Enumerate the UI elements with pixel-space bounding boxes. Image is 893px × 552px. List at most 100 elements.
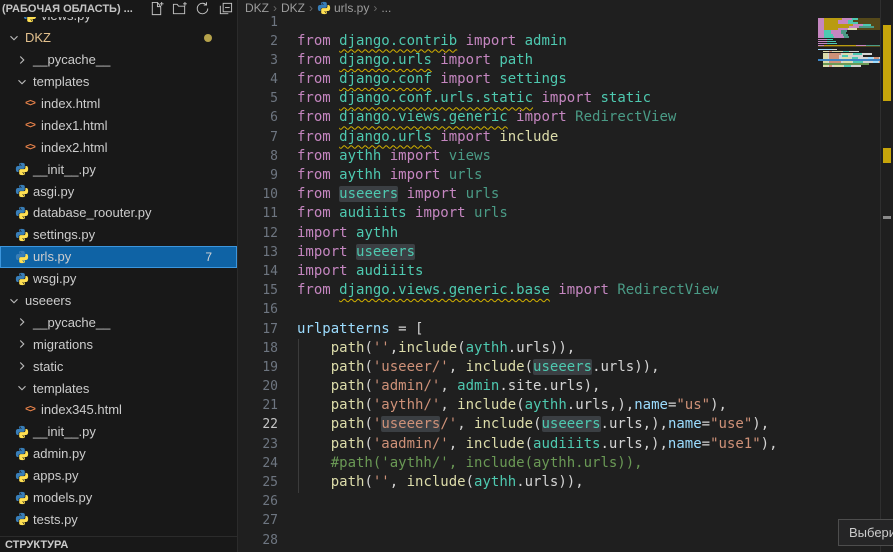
code-line-1[interactable]: 1 (238, 13, 893, 32)
python-icon (14, 249, 30, 265)
modified-dot-icon (204, 34, 212, 42)
line-number: 16 (238, 300, 278, 319)
line-text: from django.conf.urls.static import stat… (297, 89, 651, 108)
tree-item-label: migrations (33, 337, 93, 352)
eol-tooltip: Выберите последовательность конца строки (838, 519, 893, 546)
tree-item-label: tests.py (33, 512, 78, 527)
tree-item-index2.html[interactable]: <>index2.html (0, 136, 237, 158)
chevron-right-icon (14, 52, 30, 68)
code-line-16[interactable]: 16 (238, 300, 893, 319)
tree-item-templates[interactable]: templates (0, 377, 237, 399)
code-line-23[interactable]: 23 path('aadmin/', include(audiiits.urls… (238, 435, 893, 454)
tree-item-label: __pycache__ (33, 315, 110, 330)
tree-item-__pycache__[interactable]: __pycache__ (0, 311, 237, 333)
new-folder-icon[interactable] (172, 1, 187, 16)
tree-item-DKZ[interactable]: DKZ (0, 27, 237, 49)
code-area[interactable]: 12 from django.contrib import admin3from … (238, 13, 893, 550)
tree-item-templates[interactable]: templates (0, 71, 237, 93)
python-icon (14, 424, 30, 440)
chevron-right-icon (14, 314, 30, 330)
explorer-sidebar: views.pyDKZ__pycache__templates<>index.h… (0, 0, 238, 552)
code-line-2[interactable]: 2 from django.contrib import admin (238, 32, 893, 51)
tree-item-static[interactable]: static (0, 355, 237, 377)
tree-item-urls.py[interactable]: urls.py7 (0, 246, 237, 268)
tree-item-settings.py[interactable]: settings.py (0, 224, 237, 246)
editor-pane[interactable]: DKZ›DKZ›urls.py›... 12from django.contri… (238, 0, 893, 552)
minimap[interactable] (818, 16, 880, 73)
tree-item-label: index.html (41, 96, 100, 111)
code-line-15[interactable]: 15from django.views.generic.base import … (238, 281, 893, 300)
code-line-27[interactable]: 27 (238, 511, 893, 530)
code-line-12[interactable]: 12import aythh (238, 224, 893, 243)
tree-item-index1.html[interactable]: <>index1.html (0, 114, 237, 136)
line-number: 10 (238, 185, 278, 204)
line-number: 14 (238, 262, 278, 281)
line-text: import aythh (297, 224, 398, 243)
code-line-21[interactable]: 21 path('aythh/', include(aythh.urls,),n… (238, 396, 893, 415)
line-text: path('aythh/', include(aythh.urls,),name… (297, 396, 727, 415)
code-line-19[interactable]: 19 path('useeer/', include(useeers.urls)… (238, 358, 893, 377)
code-line-28[interactable]: 28 (238, 531, 893, 550)
tree-item-label: wsgi.py (33, 271, 76, 286)
code-line-26[interactable]: 26 (238, 492, 893, 511)
tree-item-migrations[interactable]: migrations (0, 333, 237, 355)
code-line-14[interactable]: 14 import audiiits (238, 262, 893, 281)
line-text: import audiiits (297, 262, 423, 281)
python-icon (14, 227, 30, 243)
code-line-7[interactable]: 7from django.urls import include (238, 128, 893, 147)
python-icon (14, 446, 30, 462)
line-number: 2 (238, 32, 278, 51)
workspace-title: (РАБОЧАЯ ОБЛАСТЬ) ... (2, 3, 149, 15)
line-text: path('',include(aythh.urls)), (297, 339, 575, 358)
code-line-11[interactable]: 11from audiiits import urls (238, 204, 893, 223)
line-number: 27 (238, 511, 278, 530)
tree-item-label: templates (33, 381, 89, 396)
tree-item-__init__.py[interactable]: __init__.py (0, 158, 237, 180)
python-icon (14, 468, 30, 484)
tree-item-admin.py[interactable]: admin.py (0, 443, 237, 465)
code-line-25[interactable]: 25 path('', include(aythh.urls)), (238, 473, 893, 492)
code-line-8[interactable]: 8from aythh import views (238, 147, 893, 166)
code-line-24[interactable]: 24 #path('aythh/', include(aythh.urls)), (238, 454, 893, 473)
tree-item-models.py[interactable]: models.py (0, 487, 237, 509)
tree-item-database_roouter.py[interactable]: database_roouter.py (0, 202, 237, 224)
python-icon (14, 183, 30, 199)
tree-item-label: templates (33, 74, 89, 89)
refresh-icon[interactable] (195, 1, 210, 16)
tree-item-__pycache__[interactable]: __pycache__ (0, 49, 237, 71)
tree-item-label: __pycache__ (33, 52, 110, 67)
new-file-icon[interactable] (149, 1, 164, 16)
tree-item-label: urls.py (33, 249, 71, 264)
code-line-18[interactable]: 18 path('',include(aythh.urls)), (238, 339, 893, 358)
outline-section-header[interactable]: СТРУКТУРА (0, 536, 237, 552)
tree-item-wsgi.py[interactable]: wsgi.py (0, 268, 237, 290)
tree-item-index345.html[interactable]: <>index345.html (0, 399, 237, 421)
tree-item-label: static (33, 359, 63, 374)
line-text: from django.contrib import admin (297, 32, 567, 51)
tree-item-tests.py[interactable]: tests.py (0, 508, 237, 530)
code-line-22[interactable]: 22 path('useeers/', include(useeers.urls… (238, 415, 893, 434)
overview-ruler[interactable] (880, 0, 893, 552)
tree-item-label: apps.py (33, 468, 79, 483)
code-line-10[interactable]: 10from useeers import urls (238, 185, 893, 204)
code-line-9[interactable]: 9from aythh import urls (238, 166, 893, 185)
tree-item-asgi.py[interactable]: asgi.py (0, 180, 237, 202)
workspace-section-header[interactable]: (РАБОЧАЯ ОБЛАСТЬ) ... (0, 0, 237, 17)
code-line-20[interactable]: 20 path('admin/', admin.site.urls), (238, 377, 893, 396)
tree-item-index.html[interactable]: <>index.html (0, 93, 237, 115)
ruler-mark-warning (883, 148, 891, 163)
code-line-5[interactable]: 5from django.conf.urls.static import sta… (238, 89, 893, 108)
collapse-all-icon[interactable] (218, 1, 233, 16)
tree-item-useeers[interactable]: useeers (0, 290, 237, 312)
code-line-17[interactable]: 17urlpatterns = [ (238, 320, 893, 339)
tree-item-label: index345.html (41, 402, 122, 417)
code-line-3[interactable]: 3from django.urls import path (238, 51, 893, 70)
code-line-13[interactable]: 13import useeers (238, 243, 893, 262)
code-line-6[interactable]: 6from django.views.generic import Redire… (238, 108, 893, 127)
tree-item-__init__.py[interactable]: __init__.py (0, 421, 237, 443)
line-text: #path('aythh/', include(aythh.urls)), (297, 454, 643, 473)
tree-item-apps.py[interactable]: apps.py (0, 465, 237, 487)
code-line-4[interactable]: 4from django.conf import settings (238, 70, 893, 89)
html-icon: <> (22, 96, 38, 112)
chevron-down-icon (6, 293, 22, 309)
